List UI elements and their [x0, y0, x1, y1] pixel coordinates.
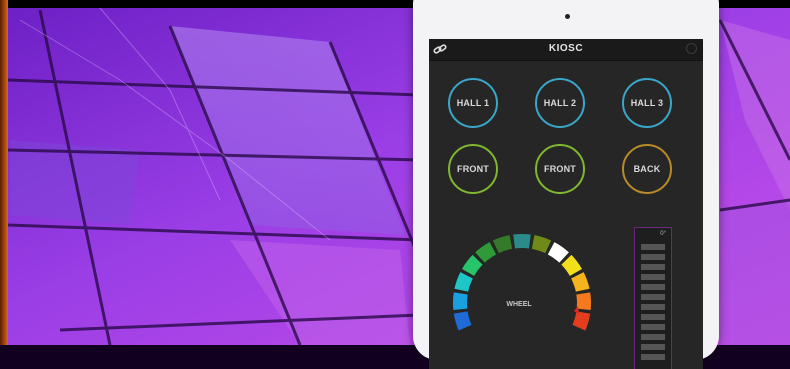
fader-cell	[641, 324, 665, 330]
wheel-segment[interactable]	[475, 242, 497, 263]
wheel-segment[interactable]	[513, 233, 531, 249]
wheel-segment[interactable]	[572, 311, 591, 331]
app-titlebar: KIOSC	[429, 39, 703, 61]
hall-3-button[interactable]: HALL 3	[622, 78, 672, 128]
wheel-segment[interactable]	[453, 311, 472, 331]
app-screen: KIOSC HALL 1 HALL 2 HALL 3 FRONT FRONT B…	[429, 39, 703, 369]
wheel-segment[interactable]	[547, 242, 569, 263]
front-left-button[interactable]: FRONT	[448, 144, 498, 194]
fader-cell	[641, 314, 665, 320]
menu-dot-icon[interactable]	[686, 43, 697, 54]
wheel-segment[interactable]	[561, 254, 582, 277]
fader-cell	[641, 254, 665, 260]
fader-cell	[641, 284, 665, 290]
fader-cell	[641, 274, 665, 280]
color-wheel[interactable]: WHEEL	[443, 223, 601, 369]
fader-cell	[641, 294, 665, 300]
intensity-fader[interactable]: 0°	[634, 227, 672, 369]
wheel-segment[interactable]	[531, 235, 552, 254]
hall-2-button[interactable]: HALL 2	[535, 78, 585, 128]
wheel-segment[interactable]	[462, 254, 483, 277]
wheel-segment[interactable]	[576, 292, 592, 311]
wheel-segment[interactable]	[571, 272, 590, 292]
wheel-label: WHEEL	[506, 301, 532, 308]
wheel-segment[interactable]	[492, 235, 513, 254]
fader-cell	[641, 334, 665, 340]
tablet-device: KIOSC HALL 1 HALL 2 HALL 3 FRONT FRONT B…	[413, 0, 719, 369]
wheel-segment[interactable]	[452, 292, 468, 311]
fader-cell	[641, 264, 665, 270]
back-button[interactable]: BACK	[622, 144, 672, 194]
app-title: KIOSC	[548, 43, 584, 54]
wheel-segment[interactable]	[454, 272, 473, 292]
tablet-camera	[565, 14, 570, 19]
fader-cell	[641, 354, 665, 360]
fader-cell	[641, 304, 665, 310]
front-right-button[interactable]: FRONT	[535, 144, 585, 194]
fader-cell	[641, 244, 665, 250]
hall-1-button[interactable]: HALL 1	[448, 78, 498, 128]
fader-value: 0°	[660, 231, 666, 237]
